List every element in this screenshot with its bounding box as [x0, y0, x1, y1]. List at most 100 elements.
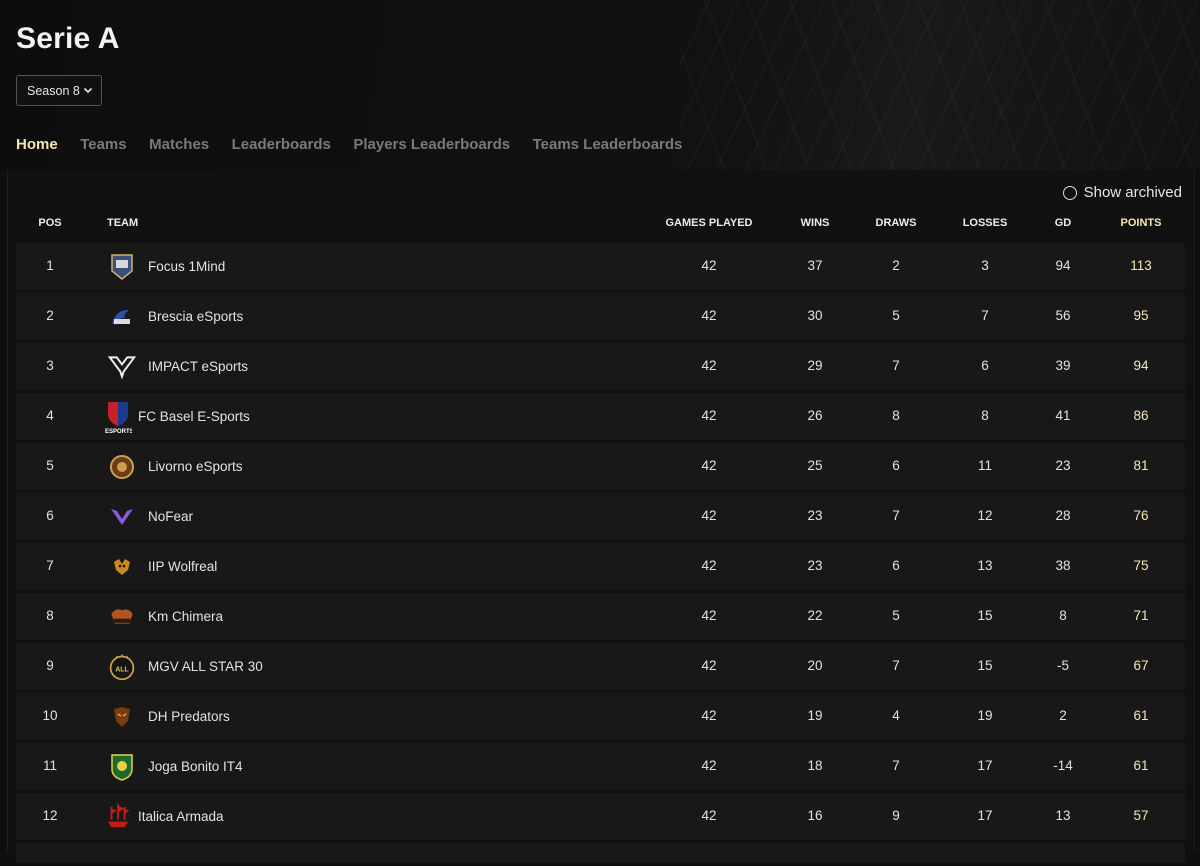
cell-games-played: 42: [701, 308, 717, 323]
cell-team[interactable]: Brescia eSports: [108, 293, 243, 340]
tab-teams[interactable]: Teams: [80, 136, 126, 153]
team-name[interactable]: MGV ALL STAR 30: [148, 659, 263, 674]
table-row[interactable]: 11 Joga Bonito IT4 42 18 7 17 -14 61: [16, 743, 1185, 790]
cell-team[interactable]: NoFear: [108, 493, 193, 540]
table-row[interactable]: 5 Livorno eSports 42 25 6 11 23 81: [16, 443, 1185, 490]
cell-wins: 20: [807, 658, 823, 673]
cell-wins: 37: [807, 258, 823, 273]
cell-gd: -14: [1053, 758, 1073, 773]
cell-pos: 7: [46, 558, 54, 573]
cell-team[interactable]: IMPACT eSports: [108, 343, 248, 390]
cell-wins: 16: [807, 808, 823, 823]
cell-pos: 11: [42, 758, 58, 773]
table-row[interactable]: 4 ESPORTS FC Basel E-Sports 42 26 8 8 41 86: [16, 393, 1185, 440]
team-name[interactable]: Joga Bonito IT4: [148, 759, 243, 774]
cell-gd: -5: [1056, 658, 1070, 673]
cell-games-played: 42: [701, 258, 717, 273]
table-row[interactable]: 8 Km Chimera 42 22 5 15 8 71: [16, 593, 1185, 640]
col-points: POINTS: [1120, 217, 1162, 229]
cell-team[interactable]: Focus 1Mind: [108, 243, 225, 290]
cell-team[interactable]: ALL MGV ALL STAR 30: [108, 643, 263, 690]
cell-losses: 6: [981, 358, 989, 373]
cell-team[interactable]: IIP Wolfreal: [108, 543, 217, 590]
cell-gd: 2: [1059, 708, 1067, 723]
fc-basel-logo-icon: ESPORTS: [104, 401, 132, 434]
cell-points: 86: [1133, 408, 1149, 423]
cell-team[interactable]: ESPORTS FC Basel E-Sports: [105, 393, 250, 440]
show-archived-label: Show archived: [1083, 184, 1182, 201]
cell-gd: 41: [1055, 408, 1071, 423]
banner-texture: [680, 0, 1200, 170]
radio-icon[interactable]: [1062, 185, 1077, 200]
team-name[interactable]: Focus 1Mind: [148, 259, 225, 274]
cell-gd: 56: [1055, 308, 1071, 323]
nofear-logo-icon: [108, 503, 136, 531]
cell-games-played: 42: [701, 408, 717, 423]
cell-team[interactable]: DH Predators: [108, 693, 230, 740]
cell-pos: 4: [46, 408, 54, 423]
team-name[interactable]: Livorno eSports: [148, 459, 243, 474]
cell-draws: 7: [892, 658, 900, 673]
svg-text:ALL: ALL: [115, 666, 129, 673]
table-row[interactable]: 1 Focus 1Mind 42 37 2 3 94 113: [16, 243, 1185, 290]
team-name[interactable]: Brescia eSports: [148, 309, 243, 324]
table-row[interactable]: 3 IMPACT eSports 42 29 7 6 39 94: [16, 343, 1185, 390]
cell-games-played: 42: [701, 358, 717, 373]
cell-draws: 4: [892, 708, 900, 723]
table-row[interactable]: 7 IIP Wolfreal 42 23 6 13 38 75: [16, 543, 1185, 590]
show-archived-toggle[interactable]: Show archived: [1062, 184, 1182, 201]
cell-team[interactable]: Livorno eSports: [108, 443, 243, 490]
table-row[interactable]: [16, 843, 1185, 863]
table-row[interactable]: 10 DH Predators 42 19 4 19 2 61: [16, 693, 1185, 740]
cell-games-played: 42: [701, 708, 717, 723]
impact-logo-icon: [108, 353, 136, 381]
cell-losses: 19: [977, 708, 993, 723]
cell-losses: 15: [977, 608, 993, 623]
tab-matches[interactable]: Matches: [149, 136, 209, 153]
brescia-logo-icon: [108, 303, 136, 331]
cell-pos: 2: [46, 308, 54, 323]
cell-draws: 6: [892, 558, 900, 573]
cell-wins: 30: [807, 308, 823, 323]
cell-team[interactable]: Joga Bonito IT4: [108, 743, 243, 790]
table-row[interactable]: 12 Italica Armada 42 16 9 17 13 57: [16, 793, 1185, 840]
tab-leaderboards[interactable]: Leaderboards: [232, 136, 331, 153]
cell-draws: 5: [892, 308, 900, 323]
cell-wins: 23: [807, 508, 823, 523]
season-select-value: Season 8: [27, 83, 80, 98]
table-row[interactable]: 6 NoFear 42 23 7 12 28 76: [16, 493, 1185, 540]
cell-wins: 26: [807, 408, 823, 423]
cell-points: 57: [1133, 808, 1149, 823]
cell-team[interactable]: Italica Armada: [107, 793, 224, 840]
team-name[interactable]: DH Predators: [148, 709, 230, 724]
km-chimera-logo-icon: [108, 603, 136, 631]
team-name[interactable]: Italica Armada: [138, 809, 224, 824]
joga-bonito-logo-icon: [108, 753, 136, 781]
tab-teams-leaderboards[interactable]: Teams Leaderboards: [533, 136, 683, 153]
cell-games-played: 42: [701, 658, 717, 673]
cell-draws: 2: [892, 258, 900, 273]
cell-draws: 6: [892, 458, 900, 473]
cell-losses: 17: [977, 758, 993, 773]
dh-predators-logo-icon: [108, 703, 136, 731]
cell-gd: 94: [1055, 258, 1071, 273]
table-row[interactable]: 2 Brescia eSports 42 30 5 7 56 95: [16, 293, 1185, 340]
focus-1mind-logo-icon: [108, 253, 136, 281]
cell-points: 61: [1133, 758, 1149, 773]
team-name[interactable]: FC Basel E-Sports: [138, 409, 250, 424]
table-row[interactable]: 9 ALL MGV ALL STAR 30 42 20 7 15 -5 67: [16, 643, 1185, 690]
season-select[interactable]: Season 8: [16, 75, 102, 106]
team-name[interactable]: IIP Wolfreal: [148, 559, 217, 574]
tab-home[interactable]: Home: [16, 136, 58, 153]
tab-players-leaderboards[interactable]: Players Leaderboards: [353, 136, 510, 153]
team-name[interactable]: Km Chimera: [148, 609, 223, 624]
cell-gd: 23: [1055, 458, 1071, 473]
team-name[interactable]: NoFear: [148, 509, 193, 524]
cell-gd: 28: [1055, 508, 1071, 523]
cell-wins: 22: [807, 608, 823, 623]
cell-games-played: 42: [701, 558, 717, 573]
team-name[interactable]: IMPACT eSports: [148, 359, 248, 374]
svg-text:ESPORTS: ESPORTS: [105, 429, 132, 434]
cell-team[interactable]: Km Chimera: [108, 593, 223, 640]
col-gd: GD: [1054, 217, 1072, 229]
